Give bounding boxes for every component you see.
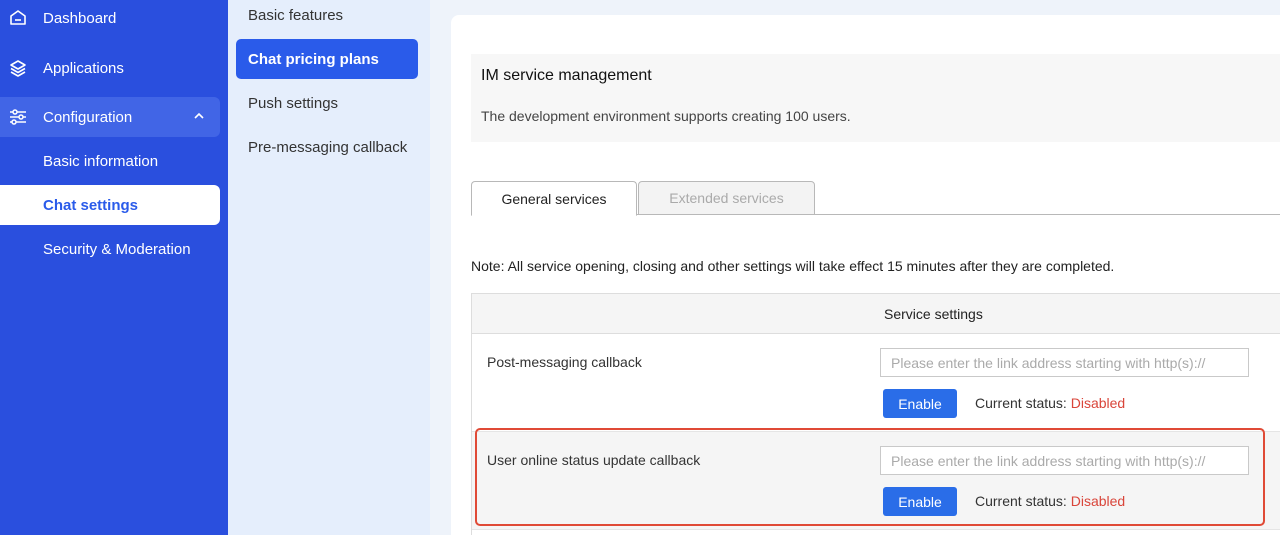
status-label: Current status:: [975, 395, 1067, 411]
status-text: Current status: Disabled: [975, 395, 1125, 411]
status-badge: Disabled: [1070, 493, 1126, 509]
status-badge: Disabled: [1070, 395, 1126, 411]
service-tabs: General services Extended services: [471, 181, 1280, 216]
subnav-item-pre-messaging-callback[interactable]: Pre-messaging callback: [236, 127, 418, 167]
sidebar-item-chat-settings[interactable]: Chat settings: [0, 185, 220, 225]
tab-extended-services[interactable]: Extended services: [638, 181, 815, 215]
row-label: User online status update callback: [487, 452, 701, 468]
subnav-item-chat-pricing-plans[interactable]: Chat pricing plans: [236, 39, 418, 79]
settings-note: Note: All service opening, closing and o…: [471, 258, 1115, 274]
post-messaging-enable-button[interactable]: Enable: [883, 389, 957, 418]
sidebar-item-label: Security & Moderation: [43, 240, 191, 258]
service-description: The development environment supports cre…: [481, 108, 851, 124]
layers-icon: [10, 60, 26, 77]
sidebar-item-basic-information[interactable]: Basic information: [0, 141, 220, 181]
sidebar-item-security-moderation[interactable]: Security & Moderation: [0, 229, 220, 269]
table-row: User online status update callback Enabl…: [472, 432, 1280, 530]
tab-general-services[interactable]: General services: [471, 181, 637, 216]
sidebar-item-configuration[interactable]: Configuration: [0, 97, 220, 137]
sidebar-item-label: Chat settings: [43, 196, 139, 214]
sidebar-item-applications[interactable]: Applications: [0, 48, 228, 88]
service-settings-table: Service settings Post-messaging callback…: [471, 293, 1280, 535]
online-status-callback-url-input[interactable]: [880, 446, 1249, 475]
row-label: Post-messaging callback: [487, 354, 642, 370]
online-status-enable-button[interactable]: Enable: [883, 487, 957, 516]
sliders-icon: [10, 109, 26, 125]
settings-subnav: Basic features Chat pricing plans Push s…: [228, 0, 430, 535]
column-header-service-settings: Service settings: [884, 306, 983, 322]
subnav-item-basic-features[interactable]: Basic features: [236, 0, 418, 35]
table-header: Service settings: [472, 294, 1280, 334]
status-label: Current status:: [975, 493, 1067, 509]
sidebar: Dashboard Applications Configuration Bas…: [0, 0, 228, 535]
home-icon: [10, 10, 26, 25]
sidebar-item-label: Configuration: [43, 108, 133, 126]
sidebar-item-dashboard[interactable]: Dashboard: [0, 0, 228, 38]
sidebar-item-label: Basic information: [43, 152, 159, 170]
service-info-box: IM service management The development en…: [471, 54, 1280, 142]
sidebar-item-label: Applications: [43, 59, 124, 77]
chevron-up-icon[interactable]: [192, 109, 206, 123]
table-row: Post-messaging callback Enable Current s…: [472, 334, 1280, 432]
status-text: Current status: Disabled: [975, 493, 1125, 509]
sidebar-item-label: Dashboard: [43, 9, 117, 27]
page-title: IM service management: [481, 67, 652, 84]
post-messaging-callback-url-input[interactable]: [880, 348, 1249, 377]
subnav-item-push-settings[interactable]: Push settings: [236, 83, 418, 123]
main-panel: IM service management The development en…: [451, 15, 1280, 535]
